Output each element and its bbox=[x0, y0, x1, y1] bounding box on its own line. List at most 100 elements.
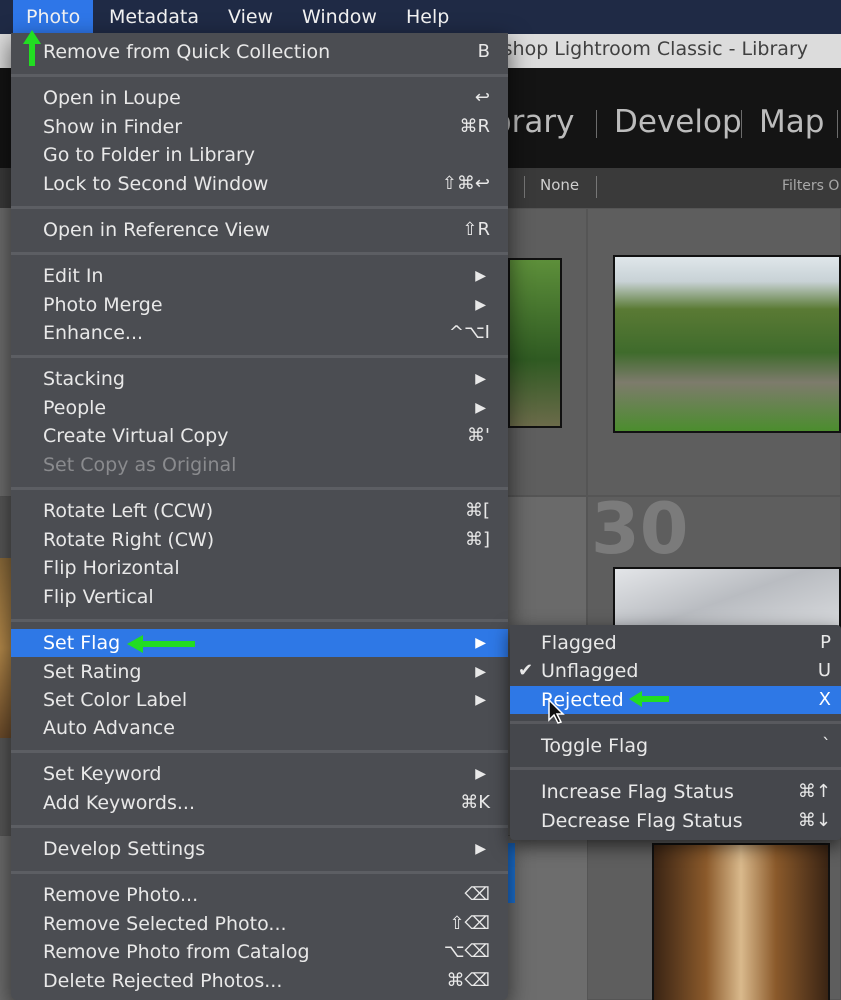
menu-separator bbox=[11, 252, 508, 255]
menu-item-label: Remove Photo... bbox=[43, 884, 199, 906]
menu-item-label: Flip Horizontal bbox=[43, 557, 180, 579]
menu-separator bbox=[11, 750, 508, 753]
menu-item-flip-vertical[interactable]: Flip Vertical bbox=[11, 583, 508, 611]
photo-thumbnail[interactable] bbox=[652, 843, 830, 1000]
menu-item-label: Enhance... bbox=[43, 322, 144, 344]
menu-item-shortcut: B bbox=[477, 41, 490, 62]
checkmark-icon: ✔ bbox=[518, 660, 534, 681]
filter-none[interactable]: None bbox=[540, 176, 579, 194]
menu-item-label: Rotate Right (CW) bbox=[43, 529, 215, 551]
menu-item-shortcut: ⌘] bbox=[464, 529, 490, 550]
menu-item-label: Develop Settings bbox=[43, 838, 206, 860]
module-separator bbox=[596, 110, 597, 138]
menu-help[interactable]: Help bbox=[393, 0, 462, 34]
menu-item-set-copy-as-original: Set Copy as Original bbox=[11, 451, 508, 479]
menu-item-lock-second-window[interactable]: Lock to Second Window ⇧⌘↩ bbox=[11, 170, 508, 198]
submenu-item-flagged[interactable]: Flagged P bbox=[510, 629, 841, 657]
menu-item-shortcut: X bbox=[818, 689, 831, 710]
filter-separator bbox=[596, 176, 597, 198]
menu-item-label: Set Keyword bbox=[43, 763, 162, 785]
menu-item-shortcut: ⌘↑ bbox=[797, 781, 831, 802]
menu-item-label: Auto Advance bbox=[43, 717, 175, 739]
photo-menu: Remove from Quick Collection B Open in L… bbox=[11, 33, 508, 1000]
menu-item-label: Photo Merge bbox=[43, 294, 163, 316]
menu-view[interactable]: View bbox=[215, 0, 286, 34]
menu-item-stacking[interactable]: Stacking ▶ bbox=[11, 365, 508, 393]
module-separator bbox=[837, 110, 838, 138]
menu-item-rotate-right[interactable]: Rotate Right (CW) ⌘] bbox=[11, 526, 508, 554]
photo-thumbnail[interactable] bbox=[613, 255, 841, 433]
menu-item-set-color-label[interactable]: Set Color Label ▶ bbox=[11, 686, 508, 714]
menu-item-remove-selected-photo[interactable]: Remove Selected Photo... ⇧⌫ bbox=[11, 910, 508, 938]
menu-item-show-in-finder[interactable]: Show in Finder ⌘R bbox=[11, 113, 508, 141]
menu-item-people[interactable]: People ▶ bbox=[11, 394, 508, 422]
submenu-item-decrease-flag[interactable]: Decrease Flag Status ⌘↓ bbox=[510, 807, 841, 835]
menu-item-label: Rotate Left (CCW) bbox=[43, 500, 214, 522]
menu-item-flip-horizontal[interactable]: Flip Horizontal bbox=[11, 554, 508, 582]
menu-item-shortcut: ⌥⌫ bbox=[443, 941, 490, 962]
menu-separator bbox=[11, 355, 508, 358]
left-arrow-icon bbox=[629, 691, 669, 707]
menu-item-shortcut: U bbox=[817, 660, 831, 681]
menu-item-delete-rejected[interactable]: Delete Rejected Photos... ⌘⌫ bbox=[11, 967, 508, 995]
menu-item-shortcut: ↩ bbox=[474, 87, 490, 108]
menu-separator bbox=[11, 206, 508, 209]
menu-item-label: Open in Loupe bbox=[43, 87, 181, 109]
menu-item-add-keywords[interactable]: Add Keywords... ⌘K bbox=[11, 789, 508, 817]
module-develop[interactable]: Develop bbox=[614, 104, 742, 140]
menu-metadata[interactable]: Metadata bbox=[96, 0, 212, 34]
submenu-item-toggle-flag[interactable]: Toggle Flag ` bbox=[510, 732, 841, 760]
submenu-item-increase-flag[interactable]: Increase Flag Status ⌘↑ bbox=[510, 778, 841, 806]
menu-item-shortcut: ` bbox=[822, 735, 831, 756]
menu-item-label: Flagged bbox=[541, 632, 617, 654]
filters-off-toggle[interactable]: Filters O bbox=[782, 178, 839, 194]
menu-item-shortcut: ⌘↓ bbox=[797, 810, 831, 831]
menu-item-label: Flip Vertical bbox=[43, 586, 154, 608]
submenu-arrow-icon: ▶ bbox=[475, 692, 486, 708]
menu-item-edit-in[interactable]: Edit In ▶ bbox=[11, 262, 508, 290]
menu-item-set-keyword[interactable]: Set Keyword ▶ bbox=[11, 760, 508, 788]
menu-item-remove-from-catalog[interactable]: Remove Photo from Catalog ⌥⌫ bbox=[11, 938, 508, 966]
menu-item-create-virtual-copy[interactable]: Create Virtual Copy ⌘' bbox=[11, 422, 508, 450]
menu-item-shortcut: ⌘K bbox=[460, 792, 490, 813]
cursor-icon bbox=[548, 698, 565, 724]
menu-item-label: People bbox=[43, 397, 107, 419]
menu-bar: Photo Metadata View Window Help bbox=[0, 0, 841, 34]
menu-item-shortcut: ^⌥I bbox=[448, 322, 490, 343]
menu-separator bbox=[11, 871, 508, 874]
menu-item-label: Delete Rejected Photos... bbox=[43, 970, 283, 992]
filter-separator bbox=[524, 176, 525, 198]
menu-window[interactable]: Window bbox=[289, 0, 390, 34]
menu-item-remove-photo[interactable]: Remove Photo... ⌫ bbox=[11, 881, 508, 909]
menu-separator bbox=[11, 619, 508, 622]
menu-item-shortcut: ⌫ bbox=[464, 884, 490, 905]
up-arrow-icon bbox=[23, 30, 41, 66]
menu-item-label: Show in Finder bbox=[43, 116, 183, 138]
menu-item-open-in-loupe[interactable]: Open in Loupe ↩ bbox=[11, 84, 508, 112]
photo-thumbnail[interactable] bbox=[508, 258, 562, 428]
menu-item-label: Open in Reference View bbox=[43, 219, 270, 241]
menu-item-set-flag[interactable]: Set Flag ▶ bbox=[11, 629, 508, 657]
menu-item-label: Decrease Flag Status bbox=[541, 810, 743, 832]
menu-item-enhance[interactable]: Enhance... ^⌥I bbox=[11, 319, 508, 347]
submenu-item-unflagged[interactable]: ✔ Unflagged U bbox=[510, 657, 841, 685]
menu-item-remove-quick-collection[interactable]: Remove from Quick Collection B bbox=[11, 38, 508, 66]
menu-item-go-to-folder[interactable]: Go to Folder in Library bbox=[11, 141, 508, 169]
menu-item-shortcut: ⌘R bbox=[459, 116, 490, 137]
menu-item-auto-advance[interactable]: Auto Advance bbox=[11, 714, 508, 742]
menu-item-open-reference-view[interactable]: Open in Reference View ⇧R bbox=[11, 216, 508, 244]
menu-item-label: Edit In bbox=[43, 265, 104, 287]
menu-item-develop-settings[interactable]: Develop Settings ▶ bbox=[11, 835, 508, 863]
menu-item-label: Lock to Second Window bbox=[43, 173, 269, 195]
photo-thumbnail[interactable] bbox=[613, 567, 841, 629]
menu-item-shortcut: ⇧⌘↩ bbox=[441, 173, 490, 194]
menu-item-label: Remove Photo from Catalog bbox=[43, 941, 310, 963]
menu-separator bbox=[510, 767, 841, 770]
menu-item-set-rating[interactable]: Set Rating ▶ bbox=[11, 658, 508, 686]
submenu-arrow-icon: ▶ bbox=[475, 841, 486, 857]
menu-item-shortcut: P bbox=[820, 632, 831, 653]
menu-item-photo-merge[interactable]: Photo Merge ▶ bbox=[11, 291, 508, 319]
menu-item-rotate-left[interactable]: Rotate Left (CCW) ⌘[ bbox=[11, 497, 508, 525]
module-map[interactable]: Map bbox=[759, 104, 824, 140]
menu-item-label: Set Color Label bbox=[43, 689, 188, 711]
